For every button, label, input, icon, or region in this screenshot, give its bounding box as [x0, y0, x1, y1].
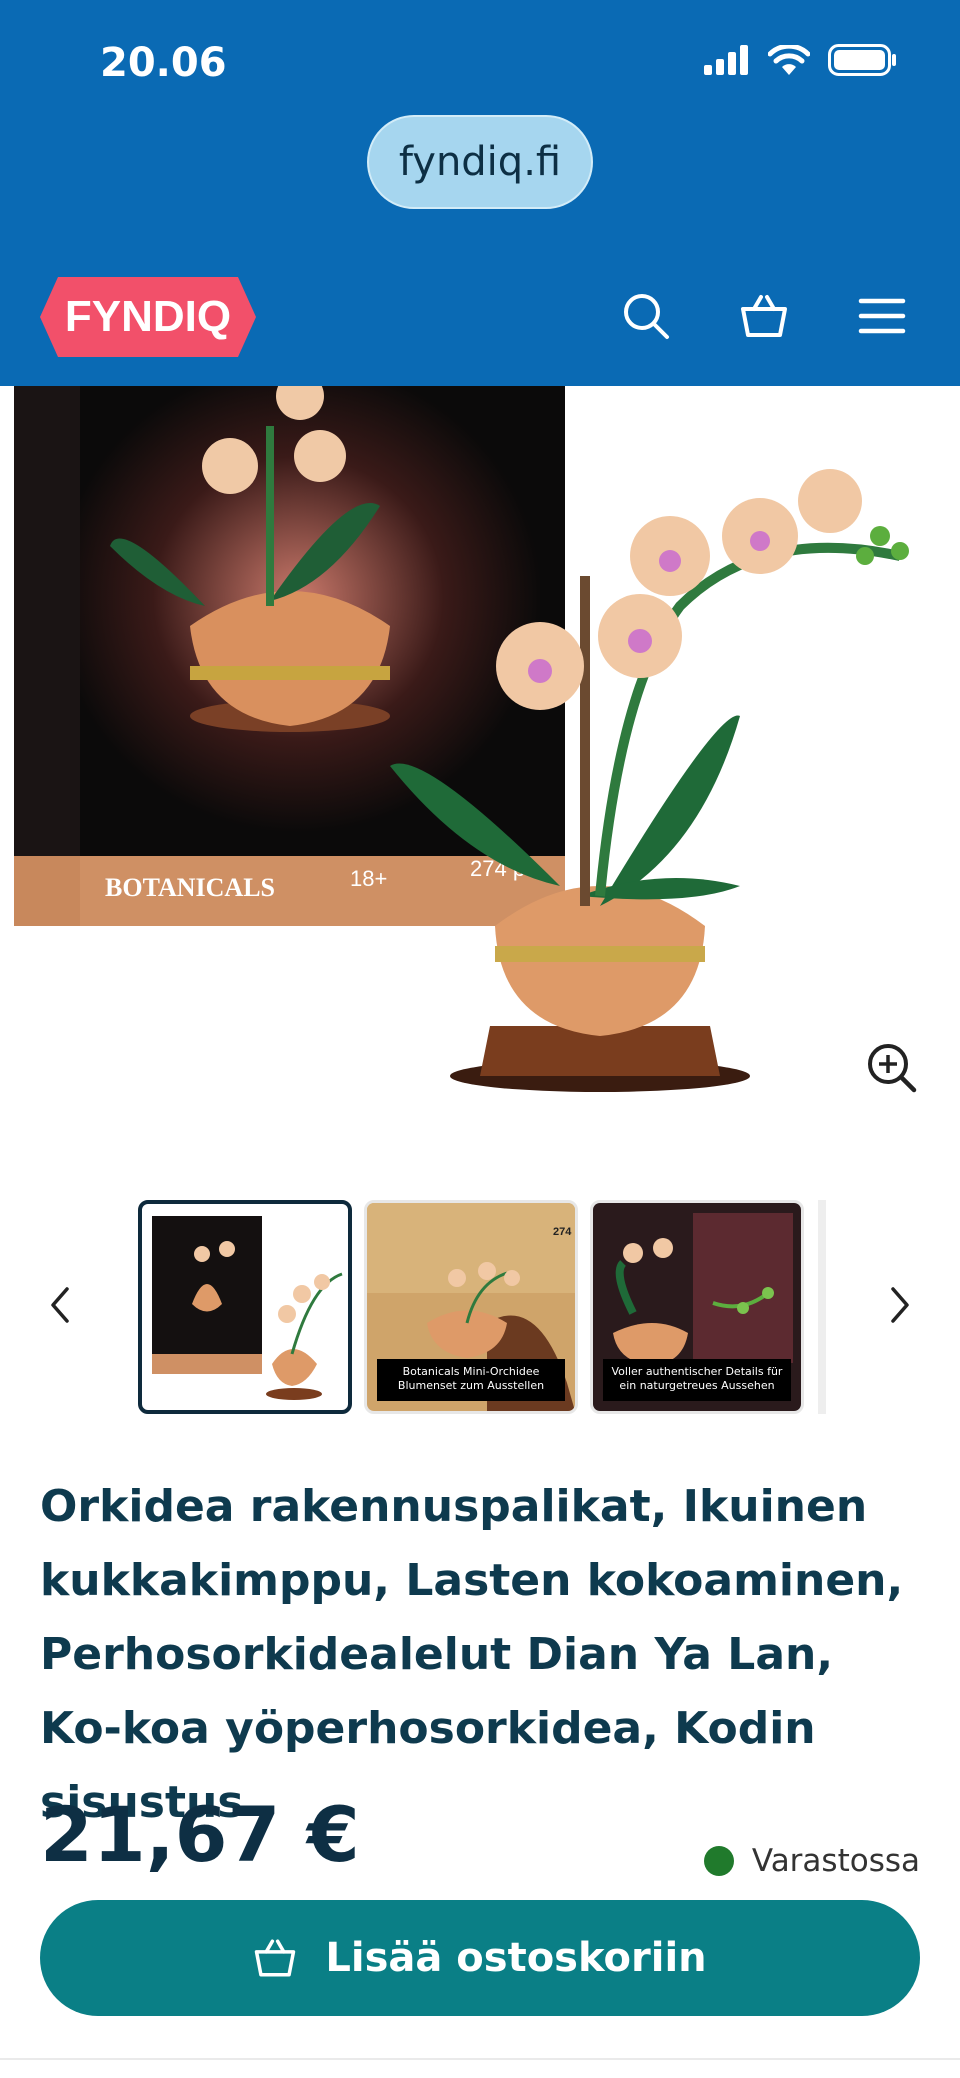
thumbnail-1[interactable] — [138, 1200, 352, 1414]
logo-text: FYNDIQ — [65, 292, 231, 341]
stock-status: Varastossa — [703, 1843, 920, 1879]
add-to-cart-label: Lisää ostoskoriin — [325, 1935, 707, 1981]
cart-icon — [255, 1939, 296, 1977]
stock-dot — [703, 1846, 734, 1876]
box-brand: BOTANICALS — [105, 873, 275, 902]
thumbnail-caption: Botanicals Mini-Orchidee Blumenset zum A… — [377, 1359, 565, 1401]
chevron-right-icon[interactable] — [880, 1275, 920, 1335]
zoom-icon[interactable] — [864, 1040, 920, 1096]
url-bar[interactable]: fyndiq.fi — [367, 115, 593, 209]
fyndiq-logo[interactable]: FYNDIQ — [40, 277, 256, 361]
product-image[interactable]: BOTANICALS 18+ 274 pc — [0, 386, 960, 1106]
menu-icon[interactable] — [854, 288, 910, 344]
thumbnail-3[interactable]: Voller authentischer Details für ein nat… — [590, 1200, 804, 1414]
thumbnail-caption: Voller authentischer Details für ein nat… — [603, 1359, 791, 1401]
box-age: 18+ — [350, 866, 387, 891]
thumbnail-edge — [818, 1200, 826, 1414]
search-icon[interactable] — [618, 288, 674, 344]
stock-label: Varastossa — [751, 1843, 920, 1879]
divider — [0, 2058, 960, 2060]
wifi-icon — [768, 45, 810, 75]
thumbnail-badge: 274 — [553, 1226, 572, 1238]
product-price: 21,67 € — [40, 1790, 360, 1879]
cart-icon[interactable] — [736, 288, 792, 344]
signal-icon — [704, 45, 748, 75]
thumbnail-carousel: 274 Botanicals Mini-Orchidee Blumenset z… — [0, 1200, 960, 1418]
top-bar: 20.06 fyndiq.fi FYNDIQ — [0, 0, 960, 386]
add-to-cart-button[interactable]: Lisää ostoskoriin — [40, 1900, 920, 2016]
status-time: 20.06 — [100, 40, 227, 86]
status-icons — [704, 44, 898, 76]
product-title: Orkidea rakennuspalikat, Ikuinen kukkaki… — [40, 1481, 904, 1828]
thumbnail-2[interactable]: 274 Botanicals Mini-Orchidee Blumenset z… — [364, 1200, 578, 1414]
battery-icon — [828, 44, 896, 76]
chevron-left-icon[interactable] — [40, 1275, 80, 1335]
